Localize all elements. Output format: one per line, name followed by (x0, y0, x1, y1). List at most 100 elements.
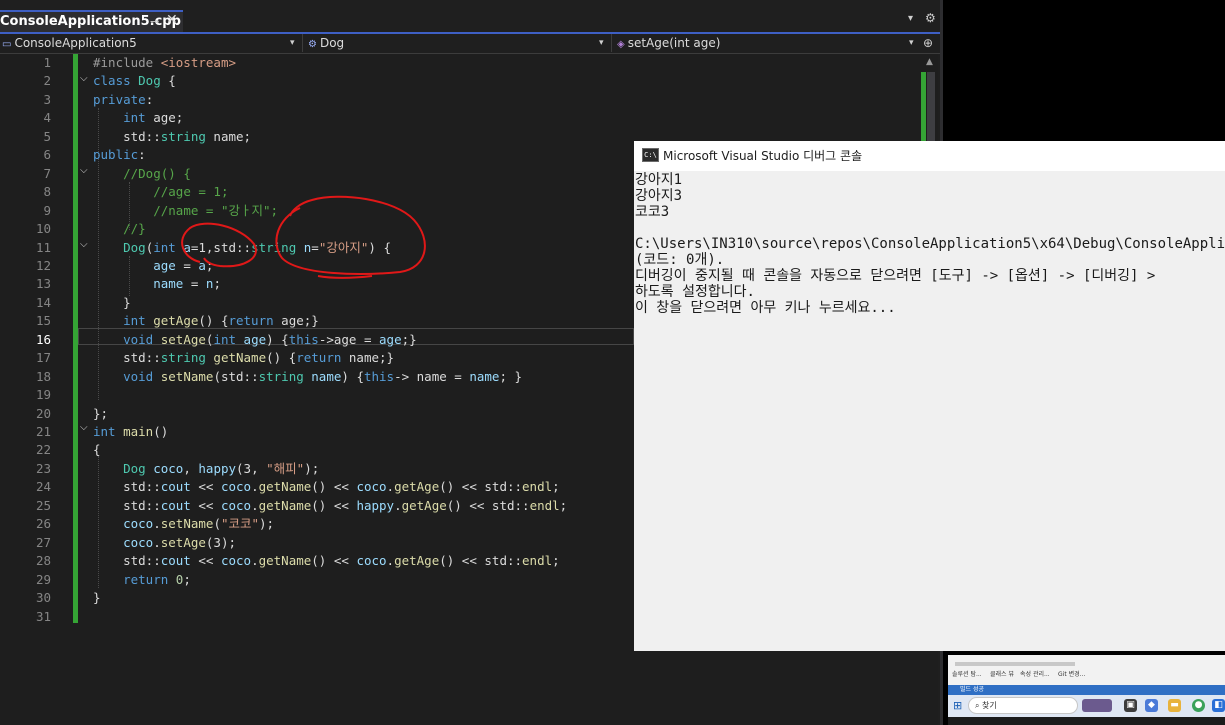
taskbar-bottom-edge (948, 717, 1225, 725)
code-token: coco (123, 534, 154, 550)
code-token: ->age = (318, 331, 380, 347)
tab-property-manager[interactable]: 속성 관리... (1020, 669, 1050, 678)
code-token: ; } (499, 368, 523, 384)
code-token: getName (258, 553, 312, 569)
code-token: int (123, 313, 154, 329)
member-dropdown[interactable]: ◈ setAge(int age) (617, 34, 907, 52)
code-line[interactable]: std::cout << coco.getName() << happy.get… (93, 497, 567, 515)
code-line[interactable]: std::cout << coco.getName() << coco.getA… (93, 478, 560, 496)
code-token: getName (258, 497, 312, 513)
app-icon[interactable]: ◧ (1212, 699, 1225, 712)
line-number: 18 (35, 368, 51, 384)
code-line[interactable]: std::string getName() {return name;} (93, 349, 394, 367)
code-token: }; (93, 405, 109, 421)
code-token: , (183, 460, 199, 476)
gear-icon[interactable]: ⚙ (925, 11, 936, 25)
code-token: int (93, 424, 124, 439)
taskbar-search-box[interactable]: ⌕ 찾기 (968, 697, 1078, 714)
code-line[interactable]: Dog coco, happy(3, "해피"); (93, 460, 319, 478)
code-line[interactable]: int getAge() {return age;} (93, 312, 319, 330)
code-line[interactable]: }; (93, 405, 108, 423)
code-token: getAge (153, 313, 199, 329)
line-number: 24 (35, 479, 51, 495)
console-line: 하도록 설정합니다. (635, 284, 755, 300)
tab-list-dropdown-icon[interactable]: ▾ (908, 13, 913, 24)
code-token: "해피" (266, 460, 305, 476)
code-line[interactable]: } (93, 589, 101, 607)
code-token: this (363, 368, 395, 384)
code-token: coco (153, 460, 184, 476)
code-token: (std:: (213, 368, 259, 384)
tab-solution-explorer[interactable]: 솔루션 탐... (952, 669, 982, 678)
split-view-icon[interactable]: ⊕ (923, 34, 933, 52)
scrollbar-thumb[interactable] (927, 72, 935, 142)
horizontal-scrollbar[interactable] (955, 662, 1075, 666)
code-token: happy (198, 460, 237, 476)
chrome-icon[interactable]: ● (1192, 699, 1205, 712)
debug-console-window[interactable] (634, 141, 1225, 651)
code-line[interactable]: coco.setName("코코"); (93, 515, 274, 533)
task-view-icon[interactable]: ▣ (1124, 699, 1137, 712)
code-token: ); (259, 516, 275, 532)
line-number: 31 (35, 608, 51, 624)
code-token: name (469, 368, 500, 384)
code-token: setName (160, 516, 214, 532)
code-token: () { (266, 350, 297, 366)
code-token: getAge (401, 497, 447, 513)
search-highlight-image[interactable] (1082, 699, 1112, 712)
fold-toggle-icon[interactable]: ⌵ (80, 422, 88, 433)
status-bar: 빌드 성공 (948, 685, 1225, 695)
console-line: 코코3 (635, 204, 670, 220)
code-line[interactable]: std::cout << coco.getName() << coco.getA… (93, 552, 560, 570)
code-token: age (243, 331, 267, 347)
code-token: ; (559, 497, 568, 513)
line-number: 27 (35, 534, 51, 550)
code-line[interactable]: void setName(std::string name) {this-> n… (93, 368, 522, 386)
code-token: int (213, 331, 244, 347)
code-token: () << (311, 479, 357, 495)
code-token: coco (220, 479, 252, 495)
windows-start-icon[interactable]: ⊞ (953, 699, 962, 712)
line-number: 29 (35, 571, 51, 587)
code-line[interactable]: return 0; (93, 571, 191, 589)
copilot-icon[interactable]: ◆ (1145, 699, 1158, 712)
code-token: name (311, 368, 342, 384)
scroll-up-icon[interactable]: ▲ (926, 57, 933, 67)
red-annotation-drawing (181, 195, 426, 279)
code-token: ( (213, 516, 221, 532)
code-line[interactable]: void setAge(int age) {this->age = age;} (93, 331, 417, 349)
code-token: . (386, 553, 395, 569)
file-explorer-icon[interactable]: ▬ (1168, 699, 1181, 712)
code-line[interactable]: coco.setAge(3); (93, 534, 236, 552)
line-number: 30 (35, 590, 51, 606)
code-token: (3, (236, 460, 267, 476)
code-token: ; (552, 479, 560, 495)
build-status: 빌드 성공 (960, 686, 984, 693)
code-token: << (190, 553, 221, 569)
code-token: ) { (266, 331, 289, 347)
tab-git-changes[interactable]: Git 변경... (1058, 669, 1085, 678)
console-line: C:\Users\IN310\source\repos\ConsoleAppli… (635, 236, 1225, 252)
code-token: . (251, 497, 259, 513)
console-line: 이 창을 닫으려면 아무 키나 누르세요... (635, 300, 896, 316)
tab-class-view[interactable]: 클래스 뷰 (990, 669, 1014, 678)
code-token: { (93, 442, 101, 458)
line-number: 15 (35, 313, 51, 329)
code-token: ; (183, 571, 191, 587)
code-token: . (386, 479, 395, 495)
member-name: setAge(int age) (627, 36, 721, 50)
code-token: () << (311, 553, 357, 569)
code-token: coco (220, 497, 252, 513)
code-token: return (123, 571, 176, 587)
code-token: ) { (341, 368, 364, 384)
code-line[interactable]: { (93, 441, 101, 459)
code-token: endl (529, 497, 560, 513)
line-number: 16 (35, 331, 51, 347)
code-token: name;} (348, 350, 395, 366)
chevron-down-icon[interactable]: ▾ (909, 34, 914, 52)
code-token: "코코" (220, 516, 260, 532)
code-line[interactable]: int main() (93, 423, 168, 441)
